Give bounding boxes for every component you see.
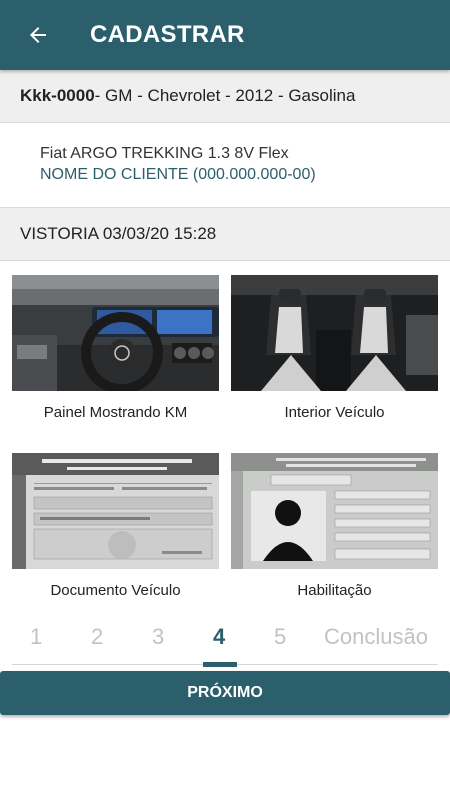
driver-license-photo[interactable] [231,453,438,569]
step-2[interactable]: 2 [91,624,103,650]
back-button[interactable] [8,0,68,70]
photo-card-vehicle-document[interactable]: Documento Veículo [12,453,219,599]
step-indicator: 1 2 3 4 5 Conclusão [0,624,450,664]
dashboard-photo[interactable] [12,275,219,391]
photo-card-driver-license[interactable]: Habilitação [231,453,438,599]
client-info: Fiat ARGO TREKKING 1.3 8V Flex NOME DO C… [0,124,450,206]
step-4-active[interactable]: 4 [213,624,225,650]
client-name: NOME DO CLIENTE (000.000.000-00) [40,166,316,183]
vehicle-document-photo[interactable] [12,453,219,569]
step-5[interactable]: 5 [274,624,286,650]
photo-label: Habilitação [297,582,372,599]
step-conclusion[interactable]: Conclusão [324,624,428,650]
page-title: CADASTRAR [90,21,245,48]
app-bar: CADASTRAR [0,0,450,70]
inspection-label: VISTORIA 03/03/20 15:28 [20,224,217,243]
vehicle-details: - GM - Chevrolet - 2012 - Gasolina [94,86,356,105]
photo-label: Interior Veículo [284,404,385,421]
photo-label: Painel Mostrando KM [43,404,188,421]
step-1[interactable]: 1 [30,624,42,650]
step-3[interactable]: 3 [152,624,164,650]
photo-card-dashboard[interactable]: Painel Mostrando KM [12,275,219,421]
interior-photo[interactable] [231,275,438,391]
vehicle-model: Fiat ARGO TREKKING 1.3 8V Flex [40,145,289,162]
vehicle-summary: Kkk-0000 - GM - Chevrolet - 2012 - Gasol… [0,70,450,123]
active-step-underline [203,662,237,667]
photo-label: Documento Veículo [50,582,181,599]
photo-card-interior[interactable]: Interior Veículo [231,275,438,421]
vehicle-plate: Kkk-0000 [20,86,95,105]
next-button[interactable]: PRÓXIMO [0,671,450,715]
inspection-header: VISTORIA 03/03/20 15:28 [0,207,450,261]
arrow-left-icon [30,27,46,43]
